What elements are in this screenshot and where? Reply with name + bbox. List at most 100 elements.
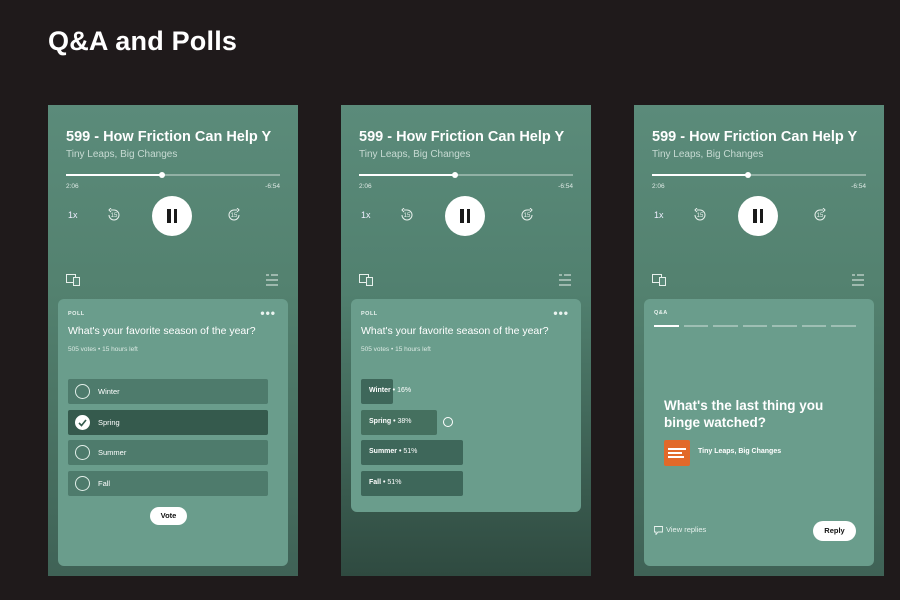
comment-icon xyxy=(654,526,663,536)
progress-bar[interactable] xyxy=(652,172,866,178)
poll-meta: 505 votes • 15 hours left xyxy=(68,346,138,353)
progress-bar[interactable] xyxy=(359,172,573,178)
result-label: Spring • 38% xyxy=(369,418,412,425)
skip-back-label: 15 xyxy=(110,213,118,219)
poll-option-label: Spring xyxy=(98,418,120,427)
pause-button[interactable] xyxy=(738,196,778,236)
qa-segment xyxy=(683,325,709,327)
pause-button[interactable] xyxy=(152,196,192,236)
result-percent: 51% xyxy=(387,479,402,486)
poll-option-label: Winter xyxy=(98,387,120,396)
poll-option-label: Summer xyxy=(98,448,127,457)
pause-icon xyxy=(460,209,464,223)
episode-title: 599 - How Friction Can Help Y xyxy=(652,129,858,145)
more-options-icon[interactable]: ••• xyxy=(553,306,569,320)
show-name[interactable]: Tiny Leaps, Big Changes xyxy=(652,149,763,160)
queue-icon[interactable] xyxy=(559,274,571,286)
pause-icon xyxy=(759,209,763,223)
result-percent: 16% xyxy=(397,387,412,394)
show-name[interactable]: Tiny Leaps, Big Changes xyxy=(359,149,470,160)
qa-show-name: Tiny Leaps, Big Changes xyxy=(698,448,782,455)
skip-back-button[interactable]: 15 xyxy=(399,208,415,222)
vote-button[interactable]: Vote xyxy=(150,507,187,525)
episode-title: 599 - How Friction Can Help Y xyxy=(66,129,272,145)
result-percent: 51% xyxy=(403,448,418,455)
skip-forward-button[interactable]: 15 xyxy=(812,208,828,222)
progress-knob[interactable] xyxy=(745,172,752,178)
queue-icon[interactable] xyxy=(852,274,864,286)
show-artwork xyxy=(664,440,690,466)
pause-icon xyxy=(167,209,171,223)
connect-device-icon[interactable] xyxy=(652,274,666,286)
result-bar-winter: Winter • 16% xyxy=(361,379,411,404)
result-bar-fall: Fall • 51% xyxy=(361,471,463,496)
my-vote-check-icon xyxy=(443,417,453,427)
phone-poll-results: 599 - How Friction Can Help Y Tiny Leaps… xyxy=(341,105,591,576)
qa-segment xyxy=(801,325,827,327)
show-name[interactable]: Tiny Leaps, Big Changes xyxy=(66,149,177,160)
progress-knob[interactable] xyxy=(452,172,459,178)
poll-option-fall[interactable]: Fall xyxy=(68,471,268,496)
result-bar-summer: Summer • 51% xyxy=(361,440,463,465)
remaining-time: -6:54 xyxy=(265,183,280,190)
elapsed-time: 2:06 xyxy=(652,183,665,190)
remaining-time: -6:54 xyxy=(558,183,573,190)
checkmark-icon xyxy=(75,415,90,430)
pause-icon xyxy=(753,209,757,223)
result-label: Fall • 51% xyxy=(369,479,402,486)
poll-results-card: POLL ••• What's your favorite season of … xyxy=(351,299,581,512)
qa-segment xyxy=(772,325,797,327)
skip-back-button[interactable]: 15 xyxy=(692,208,708,222)
reply-button[interactable]: Reply xyxy=(813,521,856,541)
view-replies-link[interactable]: View replies xyxy=(654,525,707,536)
episode-title: 599 - How Friction Can Help Y xyxy=(359,129,565,145)
poll-meta: 505 votes • 15 hours left xyxy=(361,346,431,353)
poll-question: What's your favorite season of the year? xyxy=(361,325,549,337)
qa-question: What's the last thing you binge watched? xyxy=(664,398,824,430)
pause-icon xyxy=(173,209,177,223)
skip-forward-label: 15 xyxy=(816,213,824,219)
result-label: Summer • 51% xyxy=(369,448,418,455)
qa-kicker: Q&A xyxy=(654,310,668,316)
result-option: Summer xyxy=(369,448,398,455)
speed-button[interactable]: 1x xyxy=(68,210,78,220)
speed-button[interactable]: 1x xyxy=(654,210,664,220)
remaining-time: -6:54 xyxy=(851,183,866,190)
poll-option-spring[interactable]: Spring xyxy=(68,410,268,435)
progress-bar[interactable] xyxy=(66,172,280,178)
qa-show-row[interactable]: Tiny Leaps, Big Changes xyxy=(664,440,854,466)
result-label: Winter • 16% xyxy=(369,387,412,394)
radio-icon xyxy=(75,384,90,399)
result-percent: 38% xyxy=(397,418,412,425)
skip-back-label: 15 xyxy=(696,213,704,219)
progress-fill xyxy=(652,174,749,176)
speed-button[interactable]: 1x xyxy=(361,210,371,220)
queue-icon[interactable] xyxy=(266,274,278,286)
poll-option-label: Fall xyxy=(98,479,111,488)
connect-device-icon[interactable] xyxy=(66,274,80,286)
elapsed-time: 2:06 xyxy=(359,183,372,190)
pause-button[interactable] xyxy=(445,196,485,236)
connect-device-icon[interactable] xyxy=(359,274,373,286)
poll-option-winter[interactable]: Winter xyxy=(68,379,268,404)
poll-option-summer[interactable]: Summer xyxy=(68,440,268,465)
result-option: Spring xyxy=(369,418,392,425)
qa-segment xyxy=(742,325,768,327)
phone-qa: 599 - How Friction Can Help Y Tiny Leaps… xyxy=(634,105,884,576)
skip-forward-button[interactable]: 15 xyxy=(519,208,535,222)
poll-kicker: POLL xyxy=(68,311,85,317)
qa-segment xyxy=(713,325,738,327)
skip-forward-label: 15 xyxy=(523,213,531,219)
page-title: Q&A and Polls xyxy=(48,26,238,56)
more-options-icon[interactable]: ••• xyxy=(260,306,276,320)
view-replies-label: View replies xyxy=(666,525,707,535)
result-option: Winter xyxy=(369,387,391,394)
skip-forward-label: 15 xyxy=(230,213,238,219)
progress-knob[interactable] xyxy=(159,172,166,178)
skip-back-button[interactable]: 15 xyxy=(106,208,122,222)
qa-segment xyxy=(831,325,857,327)
elapsed-time: 2:06 xyxy=(66,183,79,190)
progress-fill xyxy=(359,174,456,176)
qa-card: Q&A What's the last thing you binge watc… xyxy=(644,299,874,566)
skip-forward-button[interactable]: 15 xyxy=(226,208,242,222)
